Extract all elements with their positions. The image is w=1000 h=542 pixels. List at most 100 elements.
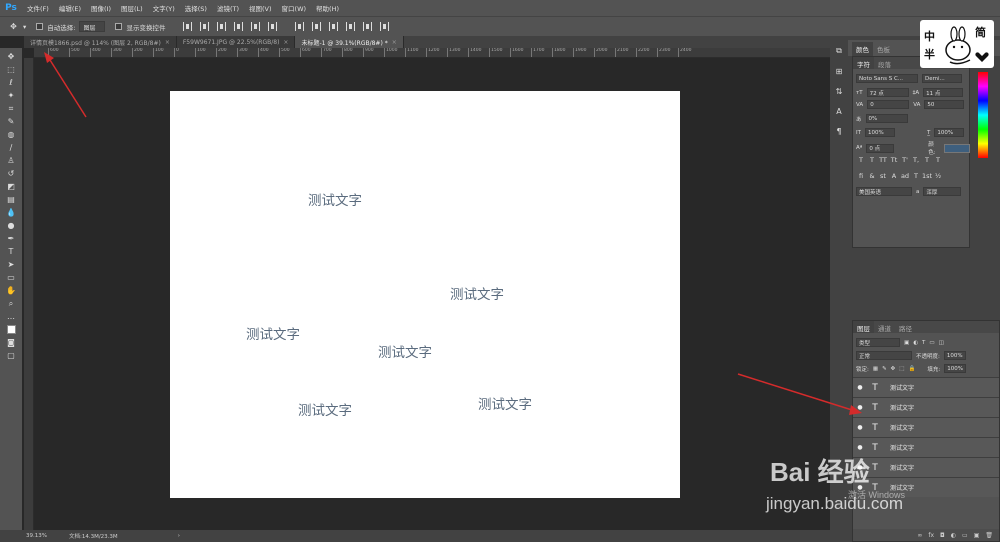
auto-select-checkbox[interactable]	[36, 23, 44, 30]
more-tools-icon[interactable]: …	[6, 312, 17, 321]
zoom-tool-icon[interactable]: ⌕	[6, 299, 17, 308]
distribute-vcenter-icon[interactable]	[312, 22, 322, 31]
visibility-eye-icon[interactable]: ●	[853, 384, 867, 391]
show-transform-checkbox[interactable]	[115, 23, 123, 30]
layer-name[interactable]: 测试文字	[883, 383, 914, 392]
color-spectrum[interactable]	[978, 72, 988, 158]
doc-tab-psd[interactable]: 详情页模1866.psd @ 114% (图层 2, RGB/8#) ×	[24, 36, 177, 48]
lock-transparent-icon[interactable]: ▦	[873, 366, 878, 372]
brush-tool-icon[interactable]: ∕	[6, 143, 17, 152]
tracking-field[interactable]: 50	[924, 100, 965, 109]
paragraph-panel-icon[interactable]: ¶	[834, 126, 844, 136]
document-workspace[interactable]: 测试文字 测试文字 测试文字 测试文字 测试文字 测试文字	[34, 58, 830, 530]
foreground-color-swatch[interactable]	[6, 325, 16, 334]
tsume-field[interactable]: 0%	[865, 114, 908, 123]
all-caps-button[interactable]: TT	[878, 156, 888, 164]
eyedropper-icon[interactable]: ✎	[6, 117, 17, 126]
fill-field[interactable]: 100%	[944, 364, 967, 373]
lock-all-icon[interactable]: 🔒	[908, 366, 915, 372]
dodge-tool-icon[interactable]: ●	[6, 221, 17, 230]
underline-button[interactable]: T	[922, 156, 932, 164]
menu-edit[interactable]: 编辑(E)	[54, 3, 86, 13]
language-select[interactable]: 美国英语	[856, 187, 912, 196]
close-icon[interactable]: ×	[392, 39, 397, 46]
doc-tab-untitled[interactable]: 未标题-1 @ 39.1%(RGB/8#) * ×	[295, 36, 404, 48]
character-panel-icon[interactable]: A	[834, 106, 844, 116]
half-button[interactable]: ½	[933, 172, 943, 180]
align-bottom-icon[interactable]	[217, 22, 227, 31]
marquee-tool-icon[interactable]: ⬚	[6, 65, 17, 74]
tab-layers[interactable]: 图层	[853, 321, 874, 333]
discretionary-ligature-button[interactable]: &	[867, 172, 877, 180]
magic-wand-icon[interactable]: ✦	[6, 91, 17, 100]
properties-panel-icon[interactable]: ⊞	[834, 66, 844, 76]
menu-select[interactable]: 选择(S)	[180, 3, 212, 13]
align-right-icon[interactable]	[268, 22, 278, 31]
history-panel-icon[interactable]: ⧉	[834, 46, 844, 56]
menu-image[interactable]: 图像(I)	[86, 3, 116, 13]
swash-button[interactable]: st	[878, 172, 888, 180]
horizontal-scale-field[interactable]: 100%	[934, 128, 965, 137]
font-family-select[interactable]: Noto Sans S C...	[856, 74, 918, 83]
canvas-text-layer[interactable]: 测试文字	[298, 399, 352, 419]
tab-paths[interactable]: 路径	[895, 321, 916, 333]
close-icon[interactable]: ×	[165, 39, 170, 46]
visibility-eye-icon[interactable]: ●	[853, 404, 867, 411]
hand-tool-icon[interactable]: ✋	[6, 286, 17, 295]
close-icon[interactable]: ×	[283, 39, 288, 46]
layer-name[interactable]: 测试文字	[883, 443, 914, 452]
type-tool-icon[interactable]: T	[6, 247, 17, 256]
move-tool-icon[interactable]: ✥	[6, 52, 17, 61]
distribute-top-icon[interactable]	[295, 22, 305, 31]
status-menu-arrow-icon[interactable]: ›	[178, 533, 180, 539]
healing-brush-icon[interactable]: ◍	[6, 130, 17, 139]
new-group-icon[interactable]: ▭	[962, 532, 968, 539]
distribute-left-icon[interactable]	[346, 22, 356, 31]
filter-adjust-icon[interactable]: ◐	[913, 340, 918, 346]
tab-channels[interactable]: 通道	[874, 321, 895, 333]
menu-view[interactable]: 视图(V)	[244, 3, 277, 13]
add-mask-icon[interactable]: ◘	[940, 532, 945, 539]
lock-artboard-icon[interactable]: ⬚	[899, 366, 904, 372]
layer-row[interactable]: ● T 测试文字	[853, 397, 999, 417]
blend-mode-select[interactable]: 正常	[856, 351, 912, 360]
tab-color[interactable]: 颜色	[852, 42, 873, 56]
new-layer-icon[interactable]: ▣	[974, 532, 980, 539]
lock-image-icon[interactable]: ✎	[882, 366, 887, 372]
baseline-field[interactable]: 0 点	[866, 143, 895, 153]
text-color-swatch[interactable]	[943, 143, 970, 153]
visibility-eye-icon[interactable]: ●	[853, 444, 867, 451]
font-style-select[interactable]: Demi...	[922, 74, 962, 83]
layer-row[interactable]: ● T 测试文字	[853, 377, 999, 397]
distribute-bottom-icon[interactable]	[329, 22, 339, 31]
path-select-icon[interactable]: ➤	[6, 260, 17, 269]
lock-position-icon[interactable]: ✥	[891, 366, 896, 372]
strikethrough-button[interactable]: T	[933, 156, 943, 164]
titling-alt-button[interactable]: ad	[900, 172, 910, 180]
distribute-hcenter-icon[interactable]	[363, 22, 373, 31]
blur-tool-icon[interactable]: 💧	[6, 208, 17, 217]
lasso-tool-icon[interactable]: ℓ	[6, 78, 17, 87]
rectangle-tool-icon[interactable]: ▭	[6, 273, 17, 282]
tab-paragraph[interactable]: 段落	[874, 57, 895, 69]
delete-layer-icon[interactable]: 🗑	[985, 532, 993, 539]
move-tool-icon[interactable]: ✥	[8, 22, 19, 31]
canvas-text-layer[interactable]: 测试文字	[308, 189, 362, 209]
subscript-button[interactable]: T,	[911, 156, 921, 164]
link-layers-icon[interactable]: ∞	[917, 532, 922, 539]
auto-select-dropdown[interactable]: 图层	[79, 21, 106, 32]
leading-field[interactable]: 11 点	[923, 88, 964, 97]
filter-smart-icon[interactable]: ◫	[939, 340, 944, 346]
small-caps-button[interactable]: Tt	[889, 156, 899, 164]
canvas-text-layer[interactable]: 测试文字	[478, 393, 532, 413]
menu-layer[interactable]: 图层(L)	[116, 3, 148, 13]
layer-name[interactable]: 测试文字	[883, 403, 914, 412]
filter-shape-icon[interactable]: ▭	[929, 340, 934, 346]
align-hcenter-icon[interactable]	[251, 22, 261, 31]
distribute-right-icon[interactable]	[380, 22, 390, 31]
align-top-icon[interactable]	[183, 22, 193, 31]
adjustments-panel-icon[interactable]: ⇅	[834, 86, 844, 96]
align-vcenter-icon[interactable]	[200, 22, 210, 31]
layer-name[interactable]: 测试文字	[883, 423, 914, 432]
filter-pixel-icon[interactable]: ▣	[904, 340, 909, 346]
